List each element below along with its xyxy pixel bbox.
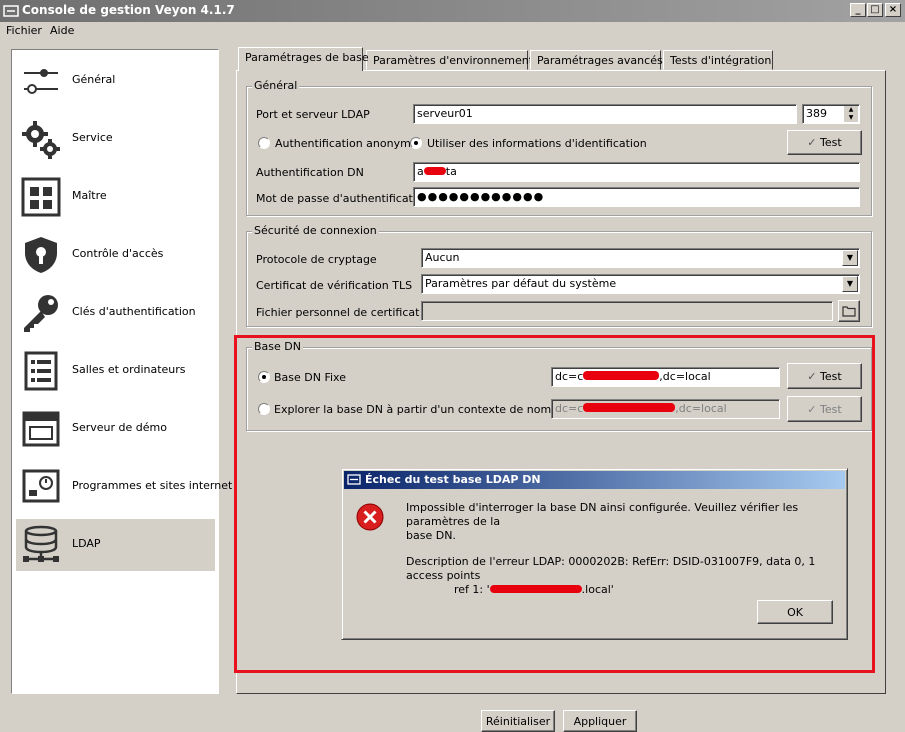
password-input[interactable]: ●●●●●●●●●●●●: [413, 187, 860, 207]
test-connection-button[interactable]: ✓ Test: [787, 130, 862, 155]
screen-clock-icon: [22, 469, 60, 503]
tab-tests-integration[interactable]: Tests d'intégration: [663, 50, 773, 70]
security-group-title: Sécurité de connexion: [252, 224, 379, 237]
tls-select[interactable]: Paramètres par défaut du système ▼: [421, 274, 860, 294]
tab-parametres-environnement[interactable]: Paramètres d'environnement: [366, 50, 533, 70]
reset-button[interactable]: Réinitialiser: [481, 710, 555, 732]
maximize-button[interactable]: □: [867, 3, 883, 17]
sidebar: Général Service Maître Contrôle d'accès …: [11, 49, 232, 694]
close-button[interactable]: ×: [885, 3, 901, 17]
sidebar-item-ldap[interactable]: LDAP: [16, 519, 215, 571]
dialog-line-3: Description de l'erreur LDAP: 0000202B: …: [406, 555, 816, 582]
auth-dn-value-end: ta: [445, 165, 457, 178]
sliders-icon: [24, 69, 58, 94]
credentials-label: Utiliser des informations d'identificati…: [427, 137, 647, 150]
apply-button[interactable]: Appliquer: [563, 710, 637, 732]
crypto-value: Aucun: [425, 251, 460, 264]
dialog-message: Impossible d'interroger la base DN ainsi…: [406, 501, 841, 597]
app-icon: [347, 474, 361, 485]
sidebar-item-label: Serveur de démo: [72, 421, 167, 434]
chevron-down-icon[interactable]: ▼: [842, 276, 858, 292]
tab-parametrages-avances[interactable]: Paramétrages avancés: [530, 50, 663, 70]
general-group-title: Général: [252, 79, 300, 92]
shield-lock-icon: [25, 237, 57, 273]
tls-label: Certificat de vérification TLS: [256, 279, 413, 292]
menu-bar: Fichier Aide: [0, 22, 905, 40]
sidebar-item-label: Clés d'authentification: [72, 305, 196, 318]
sidebar-item-salles[interactable]: Salles et ordinateurs: [16, 345, 215, 397]
dialog-line-4-start: ref 1: ': [454, 583, 490, 596]
sidebar-item-service[interactable]: Service: [16, 113, 215, 165]
server-input[interactable]: serveur01: [413, 104, 797, 124]
sidebar-item-label: Général: [72, 73, 116, 86]
title-bar: Console de gestion Veyon 4.1.7 _ □ ×: [0, 0, 905, 22]
sidebar-item-label: Programmes et sites internet: [72, 479, 233, 492]
redaction-mark: [489, 585, 582, 593]
auth-dn-input[interactable]: a ta: [413, 162, 860, 182]
database-network-icon: [23, 525, 59, 562]
window-title: Console de gestion Veyon 4.1.7: [22, 3, 235, 17]
dialog-line-2: base DN.: [406, 529, 456, 542]
sidebar-item-general[interactable]: Général: [16, 55, 215, 107]
check-icon: ✓: [807, 136, 821, 149]
port-value: 389: [806, 107, 827, 120]
credentials-radio[interactable]: [410, 137, 422, 149]
dialog-line-4: ref 1: ' .local': [406, 583, 841, 597]
ca-file-label: Fichier personnel de certificat CA: [256, 306, 439, 319]
sidebar-item-label: Contrôle d'accès: [72, 247, 164, 260]
dialog-title: Échec du test base LDAP DN: [365, 473, 541, 486]
sidebar-item-maitre[interactable]: Maître: [16, 171, 215, 223]
sidebar-item-programmes[interactable]: Programmes et sites internet: [16, 461, 232, 513]
crypto-select[interactable]: Aucun ▼: [421, 248, 860, 268]
auth-dn-value-start: a: [417, 165, 424, 178]
sidebar-item-label: Salles et ordinateurs: [72, 363, 186, 376]
spin-down-icon[interactable]: ▼: [844, 114, 858, 122]
sidebar-item-label: LDAP: [72, 537, 101, 550]
password-label: Mot de passe d'authentification: [256, 192, 430, 205]
spin-up-icon[interactable]: ▲: [844, 106, 858, 114]
list-icon: [24, 351, 58, 391]
dialog-line-4-end: .local': [581, 583, 614, 596]
menu-aide[interactable]: Aide: [50, 24, 74, 37]
server-label: Port et serveur LDAP: [256, 108, 370, 121]
tab-parametrages-base[interactable]: Paramétrages de base: [238, 47, 369, 71]
menu-fichier[interactable]: Fichier: [6, 24, 42, 37]
ok-button[interactable]: OK: [757, 600, 833, 624]
chevron-down-icon[interactable]: ▼: [842, 250, 858, 266]
sidebar-item-label: Maître: [72, 189, 107, 202]
dialog-line-1: Impossible d'interroger la base DN ainsi…: [406, 501, 799, 528]
dialog-title-bar: Échec du test base LDAP DN: [344, 471, 845, 489]
sidebar-item-controle-acces[interactable]: Contrôle d'accès: [16, 229, 215, 281]
auth-dn-label: Authentification DN: [256, 166, 364, 179]
tls-value: Paramètres par défaut du système: [425, 277, 617, 290]
app-icon: [3, 5, 19, 17]
sidebar-item-cles[interactable]: Clés d'authentification: [16, 287, 215, 339]
redaction-mark: [423, 167, 446, 175]
ca-file-input[interactable]: [421, 301, 833, 321]
anon-auth-label: Authentification anonyme: [275, 137, 418, 150]
grid-icon: [21, 177, 61, 217]
sidebar-item-serveur-demo[interactable]: Serveur de démo: [16, 403, 215, 455]
sidebar-item-label: Service: [72, 131, 113, 144]
gears-icon: [22, 121, 60, 159]
browse-file-button[interactable]: [838, 300, 860, 322]
key-icon: [24, 295, 58, 332]
anon-auth-radio[interactable]: [258, 137, 270, 149]
minimize-button[interactable]: _: [850, 3, 866, 17]
error-dialog: Échec du test base LDAP DN Impossible d'…: [341, 468, 848, 640]
window-icon: [22, 411, 60, 447]
folder-icon: [842, 306, 856, 317]
crypto-label: Protocole de cryptage: [256, 253, 377, 266]
port-spinbox[interactable]: 389 ▲ ▼: [802, 104, 860, 124]
test-button-label: Test: [820, 136, 842, 149]
error-icon: [356, 503, 384, 531]
